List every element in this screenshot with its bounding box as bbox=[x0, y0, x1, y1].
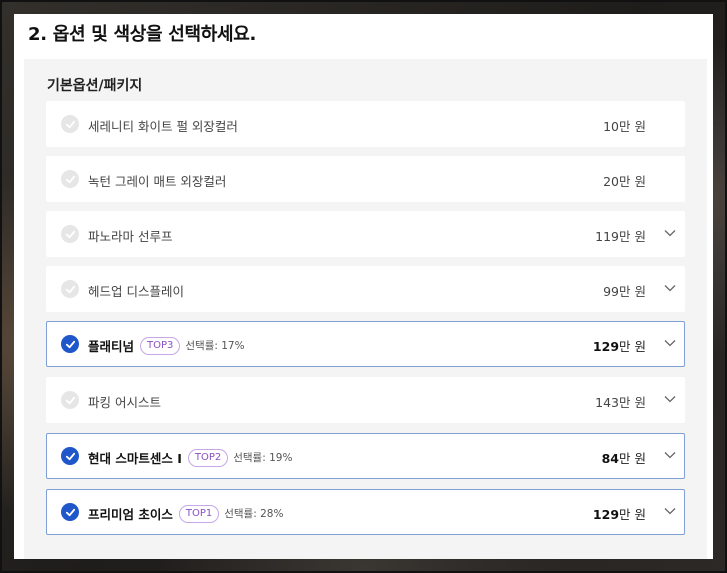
check-icon[interactable] bbox=[61, 447, 79, 465]
option-price: 143만 원 bbox=[595, 395, 646, 410]
selection-rate: 선택률: 28% bbox=[224, 508, 284, 520]
option-row-platinum[interactable]: 플래티넘 TOP3 선택률: 17% 129만 원 bbox=[46, 321, 685, 367]
option-row-premium-choice[interactable]: 프리미엄 초이스 TOP1 선택률: 28% 129만 원 bbox=[46, 489, 685, 535]
check-icon[interactable] bbox=[61, 335, 79, 353]
option-price: 129만 원 bbox=[592, 339, 646, 354]
section-heading: 2. 옵션 및 색상을 선택하세요. bbox=[28, 24, 257, 45]
basic-options-group: 기본옵션/패키지 세레니티 화이트 펄 외장컬러 10만 원 녹턴 그레이 매트… bbox=[24, 59, 707, 559]
option-price: 119만 원 bbox=[595, 229, 646, 244]
selection-rate: 선택률: 19% bbox=[233, 452, 293, 464]
chevron-down-icon[interactable] bbox=[664, 451, 676, 459]
option-price: 20만 원 bbox=[603, 174, 646, 189]
rank-badge: TOP1 bbox=[178, 504, 220, 523]
option-label: 프리미엄 초이스 TOP1 선택률: 28% bbox=[88, 504, 283, 523]
check-icon[interactable] bbox=[61, 170, 79, 188]
chevron-down-icon[interactable] bbox=[664, 395, 676, 403]
check-icon[interactable] bbox=[61, 225, 79, 243]
option-label: 파노라마 선루프 bbox=[88, 229, 173, 244]
check-icon[interactable] bbox=[61, 115, 79, 133]
option-row-nocturne-gray[interactable]: 녹턴 그레이 매트 외장컬러 20만 원 bbox=[46, 156, 685, 202]
option-label: 플래티넘 TOP3 선택률: 17% bbox=[88, 336, 245, 355]
chevron-down-icon[interactable] bbox=[664, 284, 676, 292]
group-title: 기본옵션/패키지 bbox=[47, 78, 143, 94]
chevron-down-icon[interactable] bbox=[664, 339, 676, 347]
option-label: 세레니티 화이트 펄 외장컬러 bbox=[88, 119, 238, 134]
option-label: 녹턴 그레이 매트 외장컬러 bbox=[88, 174, 227, 189]
option-price: 10만 원 bbox=[603, 119, 646, 134]
check-icon[interactable] bbox=[61, 280, 79, 298]
option-label: 현대 스마트센스 I TOP2 선택률: 19% bbox=[88, 448, 292, 467]
option-row-serenity-white[interactable]: 세레니티 화이트 펄 외장컬러 10만 원 bbox=[46, 101, 685, 147]
option-label: 헤드업 디스플레이 bbox=[88, 284, 184, 299]
rank-badge: TOP2 bbox=[187, 448, 229, 467]
rank-badge: TOP3 bbox=[140, 336, 181, 355]
option-row-panorama-sunroof[interactable]: 파노라마 선루프 119만 원 bbox=[46, 211, 685, 257]
option-row-smartsense[interactable]: 현대 스마트센스 I TOP2 선택률: 19% 84만 원 bbox=[46, 433, 685, 479]
option-price: 99만 원 bbox=[603, 284, 646, 299]
chevron-down-icon[interactable] bbox=[664, 229, 676, 237]
option-price: 129만 원 bbox=[592, 507, 646, 522]
option-row-parking-assist[interactable]: 파킹 어시스트 143만 원 bbox=[46, 377, 685, 423]
options-panel: 2. 옵션 및 색상을 선택하세요. 기본옵션/패키지 세레니티 화이트 펄 외… bbox=[14, 14, 713, 559]
option-row-hud[interactable]: 헤드업 디스플레이 99만 원 bbox=[46, 266, 685, 312]
check-icon[interactable] bbox=[61, 391, 79, 409]
selection-rate: 선택률: 17% bbox=[185, 340, 245, 352]
option-price: 84만 원 bbox=[601, 451, 646, 466]
option-label: 파킹 어시스트 bbox=[88, 395, 161, 410]
check-icon[interactable] bbox=[61, 503, 79, 521]
chevron-down-icon[interactable] bbox=[664, 507, 676, 515]
